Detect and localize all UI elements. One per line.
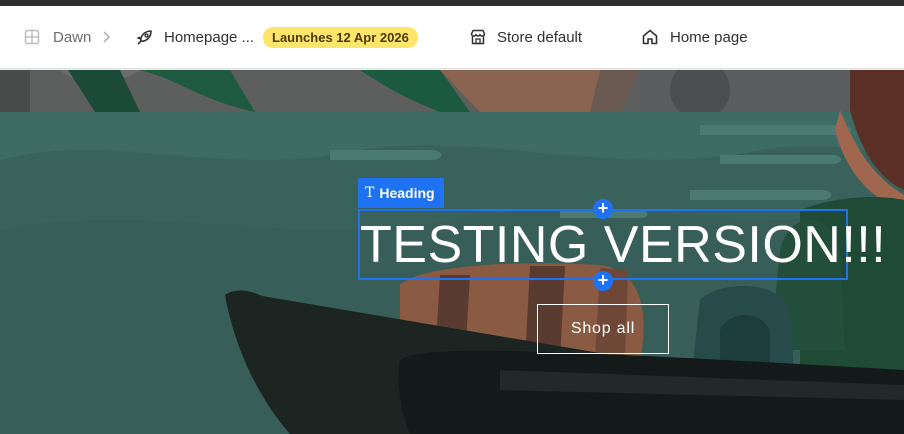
home-icon [641, 28, 659, 46]
selected-block-tag[interactable]: T Heading [358, 178, 444, 208]
theme-name: Dawn [53, 28, 92, 46]
template-name: Homepage ... [164, 28, 255, 46]
hero-heading[interactable]: TESTING VERSION!!! [360, 212, 886, 278]
chevron-right-icon [101, 30, 111, 44]
page-label: Home page [670, 28, 748, 46]
store-label: Store default [497, 28, 583, 46]
rocket-icon [136, 28, 154, 46]
shop-all-button[interactable]: Shop all [537, 304, 669, 354]
breadcrumb-separator [101, 6, 111, 68]
page-selector[interactable]: Home page [641, 6, 748, 68]
add-block-above-button[interactable]: + [593, 199, 613, 219]
layout-grid-icon [24, 29, 40, 45]
preview-canvas[interactable]: T Heading TESTING VERSION!!! + + Shop al… [0, 70, 904, 434]
store-selector[interactable]: Store default [469, 6, 582, 68]
theme-selector[interactable]: Dawn [24, 6, 91, 68]
selected-block-label: Heading [379, 185, 435, 201]
add-block-below-button[interactable]: + [593, 271, 613, 291]
launch-badge-wrap: Launches 12 Apr 2026 [263, 6, 418, 68]
template-selector[interactable]: Homepage ... [136, 6, 254, 68]
store-icon [469, 28, 487, 46]
launch-badge: Launches 12 Apr 2026 [263, 26, 418, 48]
text-type-icon: T [365, 185, 375, 201]
editor-toolbar: Dawn Homepage ... Launches 12 Apr 2026 S… [0, 6, 904, 69]
